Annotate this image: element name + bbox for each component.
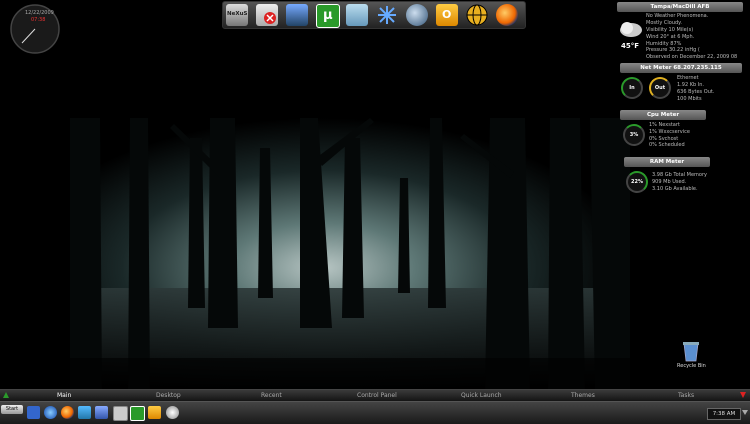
tray-time-text: 7:38 AM [712,411,736,417]
utorrent-icon[interactable]: µ [316,4,340,28]
start-button[interactable]: Start [1,405,23,414]
network-globe-icon[interactable] [466,4,488,26]
menu-item-quick-launch[interactable]: Quick Launch [461,392,502,399]
menu-item-main[interactable]: Main [57,392,71,399]
show-desktop-icon[interactable] [27,406,40,419]
net-in-label: In [629,85,635,91]
net-in-gauge: In [621,77,643,99]
weather-line: Visibility 10 Mile(s) [646,27,694,33]
uninstall-icon[interactable] [256,4,278,26]
outlook-icon[interactable]: O [436,4,458,26]
ram-line: 3.10 Gb Available. [652,186,698,192]
weather-title: Tampa/MacDill AFB [650,4,710,10]
nexus-label: NeXuS [227,11,248,17]
weather-temp: 45°F [621,42,640,50]
cpu-line: 0% Scheduled [649,142,685,148]
net-line: 1.92 Kb In. [677,82,704,88]
tray-clock[interactable]: 7:38 AM [707,408,741,420]
net-line: 636 Bytes Out. [677,89,715,95]
recycle-bin-label: Recycle Bin [677,363,706,369]
desktop: 12/22/2009 07:38 NeXuS µ O Tampa/MacDill… [0,0,750,424]
cpu-meter-title: Cpu Meter [646,112,680,118]
net-meter-title: Net Meter 68.207.235.115 [640,65,722,71]
net-out-label: Out [654,85,666,91]
ram-gauge: 22% [626,171,648,193]
weather-title-bar[interactable]: Tampa/MacDill AFB [617,2,743,12]
recycle-bin-icon [683,342,699,362]
weather-line: Mostly Cloudy. [646,20,682,26]
clock-time: 07:38 [31,17,46,23]
cpu-line: 1% Wxxcservice [649,129,690,135]
outlook-label: O [442,8,452,21]
printer-icon[interactable] [286,4,308,26]
weather-line: Wind 20° at 6 Mph. [646,34,695,40]
firefox-icon[interactable] [496,4,518,26]
taskbar: Start 7:38 AM [0,401,750,424]
dock: NeXuS µ O [222,1,526,29]
utorrent-taskbar-icon[interactable] [130,406,145,421]
clock-gadget[interactable]: 12/22/2009 07:38 [8,4,63,54]
start-label: Start [5,406,19,412]
cpu-meter-title-bar[interactable]: Cpu Meter [620,110,706,120]
menu-item-themes[interactable]: Themes [571,392,595,399]
menu-down-arrow-icon[interactable] [740,392,746,399]
snowflake-icon[interactable] [376,4,398,26]
weather-line: Observed on December 22, 2009 08 [646,54,738,60]
menu-item-tasks[interactable]: Tasks [678,392,694,399]
net-meter-title-bar[interactable]: Net Meter 68.207.235.115 [620,63,742,73]
ram-value: 22% [631,179,643,185]
ram-meter-title: RAM Meter [649,159,685,165]
ram-line: 3.98 Gb Total Memory [652,172,707,178]
ie-icon[interactable] [44,406,57,419]
tray-arrow-icon[interactable] [742,408,748,418]
menu-item-recent[interactable]: Recent [261,392,282,399]
nexus-icon[interactable]: NeXuS [226,4,248,26]
weather-line: No Weather Phenomena. [646,13,709,19]
cpu-value: 3% [629,132,639,138]
outlook-taskbar-icon[interactable] [148,406,161,419]
net-out-gauge: Out [649,77,671,99]
folder-icon[interactable] [95,406,108,419]
cpu-gauge: 3% [623,124,645,146]
menu-up-arrow-icon[interactable] [3,392,9,399]
ram-meter-title-bar[interactable]: RAM Meter [624,157,710,167]
messenger-icon[interactable] [406,4,428,26]
ram-line: 909 Mb Used. [652,179,687,185]
menu-item-control-panel[interactable]: Control Panel [357,392,397,399]
screenshot-tool-icon[interactable] [113,406,128,421]
notepad-icon[interactable] [346,4,368,26]
utorrent-label: µ [323,8,333,23]
firefox-taskbar-icon[interactable] [61,406,74,419]
window-switcher-icon[interactable] [78,406,91,419]
messenger-taskbar-icon[interactable] [166,406,179,419]
cloud-icon [620,22,642,37]
forest-wallpaper [70,118,630,390]
weather-line: Pressure 30.22 inHg ( [646,47,700,53]
net-line: Ethernet [677,75,699,81]
clock-date: 12/22/2009 [25,10,54,16]
menu-item-desktop[interactable]: Desktop [156,392,181,399]
cpu-line: 1% Nexstart [649,122,680,128]
net-line: 100 Mbits [677,96,702,102]
